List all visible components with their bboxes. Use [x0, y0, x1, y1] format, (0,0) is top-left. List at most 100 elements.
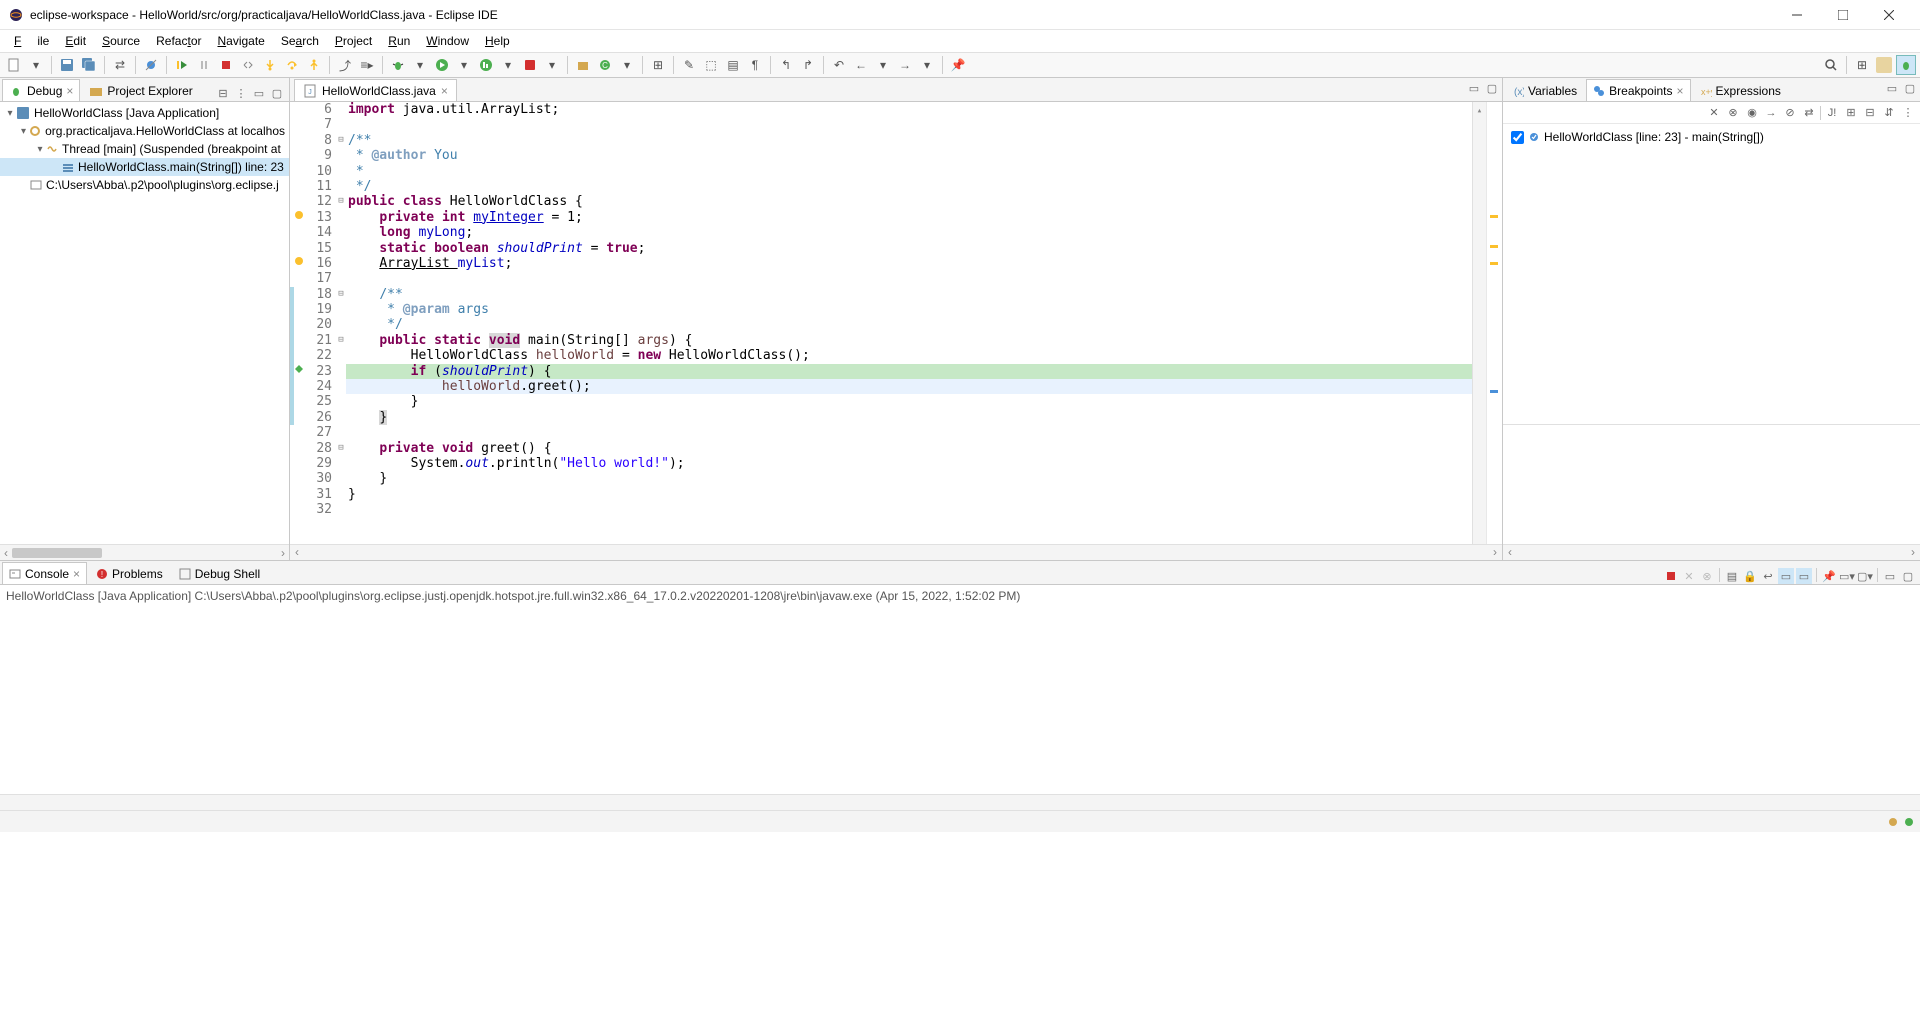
menu-search[interactable]: Search: [273, 32, 327, 50]
ext-tools-icon[interactable]: [520, 55, 540, 75]
pin-console-icon[interactable]: 📌: [1821, 568, 1837, 584]
dropdown-back-icon[interactable]: ▾: [873, 55, 893, 75]
maximize-icon[interactable]: ▢: [1484, 80, 1500, 96]
left-scrollbar[interactable]: ‹ ›: [0, 544, 289, 560]
close-icon[interactable]: ×: [441, 84, 448, 98]
show-ws-icon[interactable]: ¶: [745, 55, 765, 75]
view-menu-icon[interactable]: ⋮: [233, 85, 249, 101]
editor-vscrollbar[interactable]: ▴ ▾: [1472, 102, 1486, 544]
word-wrap-icon[interactable]: ↩: [1760, 568, 1776, 584]
tab-console[interactable]: Console ×: [2, 562, 87, 584]
remove-launch-icon[interactable]: ✕: [1681, 568, 1697, 584]
tree-thread[interactable]: ▾ Thread [main] (Suspended (breakpoint a…: [0, 140, 289, 158]
disconnect-icon[interactable]: [238, 55, 258, 75]
annotation-next-icon[interactable]: ↱: [798, 55, 818, 75]
goto-file-icon[interactable]: →: [1763, 105, 1779, 121]
pin-editor-icon[interactable]: 📌: [948, 55, 968, 75]
right-scrollbar[interactable]: ‹ ›: [1503, 544, 1920, 560]
show-on-stdout-icon[interactable]: ▭: [1778, 568, 1794, 584]
close-button[interactable]: [1866, 0, 1912, 30]
clear-console-icon[interactable]: ▤: [1724, 568, 1740, 584]
dropdown2-icon[interactable]: ▾: [410, 55, 430, 75]
remove-icon[interactable]: ✕: [1706, 105, 1722, 121]
maximize-icon[interactable]: ▢: [1900, 568, 1916, 584]
menu-edit[interactable]: Edit: [57, 32, 94, 50]
search-icon[interactable]: [1821, 55, 1841, 75]
tab-variables[interactable]: (x) Variables: [1505, 79, 1584, 101]
close-icon[interactable]: ×: [73, 567, 80, 581]
display-console-icon[interactable]: ▭▾: [1839, 568, 1855, 584]
folding-ruler[interactable]: ⊟⊟⊟⊟⊟: [336, 102, 346, 544]
debug-icon[interactable]: [388, 55, 408, 75]
editor-hscrollbar[interactable]: ‹ ›: [290, 544, 1502, 560]
minimize-button[interactable]: [1774, 0, 1820, 30]
add-exception-icon[interactable]: J!: [1824, 105, 1840, 121]
menu-file[interactable]: File: [6, 32, 57, 50]
save-icon[interactable]: [57, 55, 77, 75]
link-icon[interactable]: ⇄: [1801, 105, 1817, 121]
tab-breakpoints[interactable]: Breakpoints ×: [1586, 79, 1690, 101]
open-type-icon[interactable]: ⊞: [648, 55, 668, 75]
show-supported-icon[interactable]: ◉: [1744, 105, 1760, 121]
close-icon[interactable]: ×: [1677, 84, 1684, 98]
new-class-icon[interactable]: C: [595, 55, 615, 75]
show-on-stderr-icon[interactable]: ▭: [1796, 568, 1812, 584]
dropdown-fwd-icon[interactable]: ▾: [917, 55, 937, 75]
tab-expressions[interactable]: x+y Expressions: [1693, 79, 1788, 101]
dropdown-icon[interactable]: ▾: [26, 55, 46, 75]
line-number-ruler[interactable]: 6789101112131415161718192021222324252627…: [306, 102, 336, 544]
maximize-icon[interactable]: ▢: [1902, 80, 1918, 96]
terminate-icon[interactable]: [1663, 568, 1679, 584]
annotation-ruler[interactable]: [294, 102, 306, 544]
annotation-prev-icon[interactable]: ↰: [776, 55, 796, 75]
code-area[interactable]: import java.util.ArrayList; /** * @autho…: [346, 102, 1472, 544]
tab-problems[interactable]: ! Problems: [89, 562, 170, 584]
collapse-icon[interactable]: ⊟: [1862, 105, 1878, 121]
step-into-icon[interactable]: [260, 55, 280, 75]
coverage-icon[interactable]: [476, 55, 496, 75]
wand-icon[interactable]: ✎: [679, 55, 699, 75]
remove-all-icon[interactable]: ⊗: [1725, 105, 1741, 121]
open-perspective-icon[interactable]: ⊞: [1852, 55, 1872, 75]
group-icon[interactable]: ⇵: [1881, 105, 1897, 121]
view-menu-icon[interactable]: ⋮: [1900, 105, 1916, 121]
back-icon[interactable]: ←: [851, 55, 871, 75]
terminate-icon[interactable]: [216, 55, 236, 75]
close-icon[interactable]: ×: [66, 84, 73, 98]
step-filter-icon[interactable]: ≡▸: [357, 55, 377, 75]
suspend-icon[interactable]: [194, 55, 214, 75]
toggle-mark-icon[interactable]: ⬚: [701, 55, 721, 75]
menu-refactor[interactable]: Refactor: [148, 32, 209, 50]
tab-project-explorer[interactable]: Project Explorer: [82, 79, 199, 101]
step-return-icon[interactable]: [304, 55, 324, 75]
breakpoint-row[interactable]: HelloWorldClass [line: 23] - main(String…: [1507, 128, 1916, 146]
step-over-icon[interactable]: [282, 55, 302, 75]
remove-all-launches-icon[interactable]: ⊗: [1699, 568, 1715, 584]
menu-run[interactable]: Run: [380, 32, 418, 50]
forward-icon[interactable]: →: [895, 55, 915, 75]
expand-icon[interactable]: ⊞: [1843, 105, 1859, 121]
tree-frame[interactable]: HelloWorldClass.main(String[]) line: 23: [0, 158, 289, 176]
tree-vm[interactable]: ▾ org.practicaljava.HelloWorldClass at l…: [0, 122, 289, 140]
scroll-lock-icon[interactable]: 🔒: [1742, 568, 1758, 584]
bottom-scrollbar[interactable]: [0, 794, 1920, 810]
last-edit-icon[interactable]: ↶: [829, 55, 849, 75]
skip-all-icon[interactable]: ⊘: [1782, 105, 1798, 121]
editor-tab-file[interactable]: J HelloWorldClass.java ×: [294, 79, 457, 101]
switch-icon[interactable]: ⇄: [110, 55, 130, 75]
dropdown6-icon[interactable]: ▾: [617, 55, 637, 75]
open-console-icon[interactable]: ▢▾: [1857, 568, 1873, 584]
save-all-icon[interactable]: [79, 55, 99, 75]
run-icon[interactable]: [432, 55, 452, 75]
new-icon[interactable]: [4, 55, 24, 75]
overview-ruler[interactable]: [1486, 102, 1502, 544]
new-package-icon[interactable]: [573, 55, 593, 75]
tab-debug[interactable]: Debug ×: [2, 79, 80, 101]
minimize-icon[interactable]: ▭: [1884, 80, 1900, 96]
menu-help[interactable]: Help: [477, 32, 518, 50]
tab-debug-shell[interactable]: Debug Shell: [172, 562, 267, 584]
menu-source[interactable]: Source: [94, 32, 148, 50]
java-perspective-icon[interactable]: [1874, 55, 1894, 75]
layout-icon[interactable]: ⊟: [215, 85, 231, 101]
debug-perspective-icon[interactable]: [1896, 55, 1916, 75]
